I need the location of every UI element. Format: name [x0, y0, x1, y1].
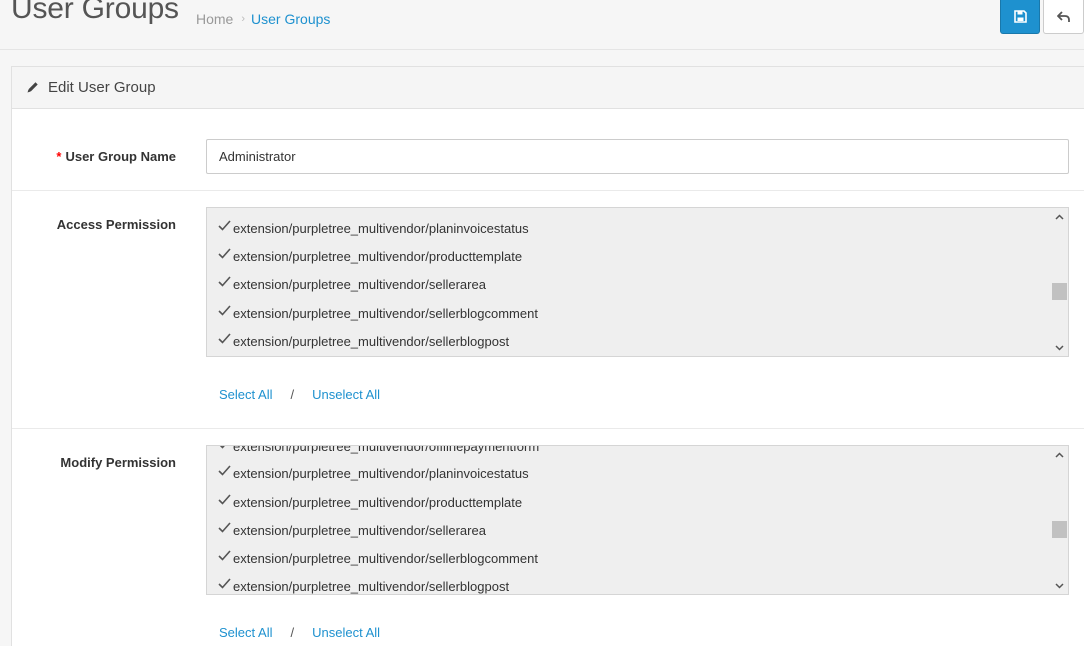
modify-select-links: Select All / Unselect All [219, 625, 380, 640]
checkmark-icon [218, 304, 231, 316]
scroll-down-arrow[interactable] [1051, 339, 1068, 356]
required-mark: * [56, 149, 62, 164]
list-item[interactable]: extension/purpletree_multivendor/product… [217, 488, 522, 516]
save-button[interactable] [1000, 0, 1040, 34]
page-header: User Groups Home › User Groups [0, 0, 1084, 50]
chevron-down-icon [1055, 344, 1064, 351]
permission-label: extension/purpletree_multivendor/offline… [233, 445, 540, 454]
scroll-down-arrow[interactable] [1051, 577, 1068, 594]
list-item[interactable]: extension/purpletree_multivendor/sellerb… [217, 572, 510, 594]
user-group-name-input[interactable] [206, 139, 1069, 174]
user-group-name-label-text: User Group Name [65, 149, 176, 164]
access-select-all-link[interactable]: Select All [219, 387, 272, 402]
modify-permission-row: Modify Permission extension/purpletree_m… [12, 429, 1084, 646]
list-item[interactable]: extension/purpletree_multivendor/offline… [217, 445, 540, 460]
access-permission-list[interactable]: extension/purpletree_multivendor/planinv… [206, 207, 1069, 357]
scroll-thumb[interactable] [1052, 521, 1067, 538]
modify-unselect-all-link[interactable]: Unselect All [312, 625, 380, 640]
access-unselect-all-link[interactable]: Unselect All [312, 387, 380, 402]
edit-user-group-panel: Edit User Group *User Group Name Access … [11, 66, 1084, 646]
list-item[interactable]: extension/purpletree_multivendor/planinv… [217, 459, 529, 487]
permission-label: extension/purpletree_multivendor/product… [233, 248, 523, 264]
checkmark-icon [220, 446, 225, 449]
checkmark-icon [218, 549, 231, 561]
list-item[interactable]: extension/purpletree_multivendor/sellerb… [217, 299, 538, 327]
checkmark-icon [218, 464, 231, 476]
permission-label: extension/purpletree_multivendor/planinv… [233, 465, 529, 481]
breadcrumb-user-groups-link[interactable]: User Groups [251, 11, 330, 27]
checkmark-icon [218, 247, 231, 259]
breadcrumb: Home › User Groups [196, 11, 330, 27]
permission-label: extension/purpletree_multivendor/sellerb… [233, 305, 538, 321]
modify-permission-list[interactable]: extension/purpletree_multivendor/offline… [206, 445, 1069, 595]
permission-label: extension/purpletree_multivendor/sellerb… [233, 578, 510, 594]
modify-select-all-link[interactable]: Select All [219, 625, 272, 640]
list-item[interactable]: extension/purpletree_multivendor/sellera… [217, 270, 486, 298]
user-group-name-label: * User Group Name [56, 149, 176, 164]
permission-label: extension/purpletree_multivendor/planinv… [233, 220, 529, 236]
link-separator: / [290, 387, 295, 402]
checkmark-icon [218, 493, 231, 505]
checkmark-icon [218, 219, 231, 231]
user-group-name-row: * User Group Name [12, 109, 1084, 191]
page-title: User Groups [11, 0, 179, 25]
permission-label: extension/purpletree_multivendor/product… [233, 494, 523, 510]
chevron-up-icon [1055, 213, 1064, 220]
list-item[interactable]: extension/purpletree_multivendor/product… [217, 242, 522, 270]
permission-label: extension/purpletree_multivendor/sellerb… [233, 333, 510, 349]
checkmark-icon [218, 275, 231, 287]
modify-permission-label: Modify Permission [60, 455, 176, 470]
panel-heading: Edit User Group [12, 67, 1084, 109]
scroll-up-arrow[interactable] [1051, 446, 1068, 463]
scroll-thumb[interactable] [1052, 283, 1067, 300]
list-item[interactable]: extension/purpletree_multivendor/sellerb… [217, 544, 538, 572]
back-button[interactable] [1043, 0, 1084, 34]
checkmark-icon [218, 332, 231, 344]
permission-label: extension/purpletree_multivendor/sellerb… [233, 550, 538, 566]
save-icon [1013, 10, 1027, 23]
access-permission-row: Access Permission extension/purpletree_m… [12, 191, 1084, 429]
checkmark-icon [218, 577, 231, 589]
permission-label: extension/purpletree_multivendor/sellera… [233, 522, 486, 538]
access-list-scrollbar[interactable] [1051, 208, 1068, 356]
chevron-up-icon [1055, 451, 1064, 458]
pencil-icon [27, 82, 38, 93]
access-select-links: Select All / Unselect All [219, 387, 380, 402]
reply-icon [1056, 10, 1070, 22]
list-item[interactable]: extension/purpletree_multivendor/sellera… [217, 516, 486, 544]
modify-list-scrollbar[interactable] [1051, 446, 1068, 594]
breadcrumb-home-link[interactable]: Home [196, 11, 233, 27]
panel-title: Edit User Group [48, 79, 156, 96]
link-separator: / [290, 625, 295, 640]
access-permission-label: Access Permission [56, 217, 176, 232]
list-item[interactable]: extension/purpletree_multivendor/planinv… [217, 214, 529, 242]
chevron-down-icon [1055, 582, 1064, 589]
list-item[interactable]: extension/purpletree_multivendor/sellerb… [217, 327, 509, 355]
scroll-up-arrow[interactable] [1051, 208, 1068, 225]
breadcrumb-separator: › [241, 13, 246, 25]
permission-label: extension/purpletree_multivendor/sellera… [233, 276, 486, 292]
checkmark-icon [218, 521, 231, 533]
